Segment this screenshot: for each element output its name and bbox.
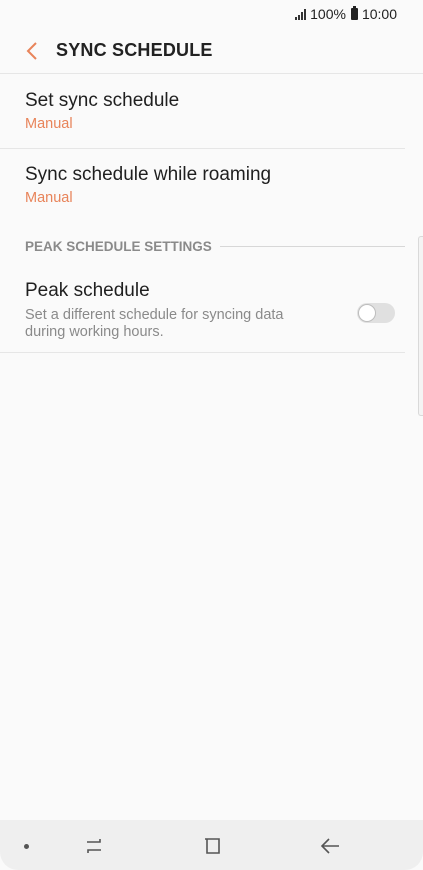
navigation-bar [0, 820, 423, 870]
arrow-left-icon [320, 838, 339, 854]
battery-percent: 100% [310, 6, 346, 22]
back-nav-button[interactable] [316, 832, 344, 860]
section-label: PEAK SCHEDULE SETTINGS [25, 239, 212, 254]
roaming-sync-schedule-value: Manual [25, 190, 73, 206]
back-button[interactable] [10, 29, 54, 73]
signal-icon [294, 8, 307, 20]
nav-dot-icon [24, 844, 29, 849]
section-header: PEAK SCHEDULE SETTINGS [25, 239, 405, 254]
screen: 100% 10:00 SYNC SCHEDULE Set sync schedu… [0, 0, 423, 870]
battery-icon [350, 6, 358, 20]
page-title: SYNC SCHEDULE [56, 40, 213, 60]
recent-apps-icon [87, 839, 101, 853]
clock: 10:00 [361, 6, 397, 22]
recent-apps-button[interactable] [80, 832, 108, 860]
peak-schedule-title: Peak schedule [25, 280, 150, 301]
home-button[interactable] [198, 832, 226, 860]
toggle-knob [358, 304, 376, 322]
set-sync-schedule-title: Set sync schedule [25, 90, 180, 111]
peak-schedule-toggle[interactable] [357, 303, 395, 323]
header: SYNC SCHEDULE [0, 28, 423, 74]
section-divider [219, 246, 405, 247]
home-icon [205, 838, 220, 854]
set-sync-schedule-item[interactable]: Set sync schedule Manual [0, 90, 405, 149]
peak-schedule-description: Set a different schedule for syncing dat… [25, 307, 284, 340]
edge-panel-handle[interactable] [418, 236, 423, 416]
roaming-sync-schedule-item[interactable]: Sync schedule while roaming Manual [0, 164, 405, 222]
roaming-sync-schedule-title: Sync schedule while roaming [25, 164, 272, 185]
peak-schedule-item[interactable]: Peak schedule Set a different schedule f… [0, 280, 405, 353]
status-bar: 100% 10:00 [0, 0, 423, 28]
chevron-left-icon [26, 41, 37, 60]
set-sync-schedule-value: Manual [25, 116, 73, 132]
